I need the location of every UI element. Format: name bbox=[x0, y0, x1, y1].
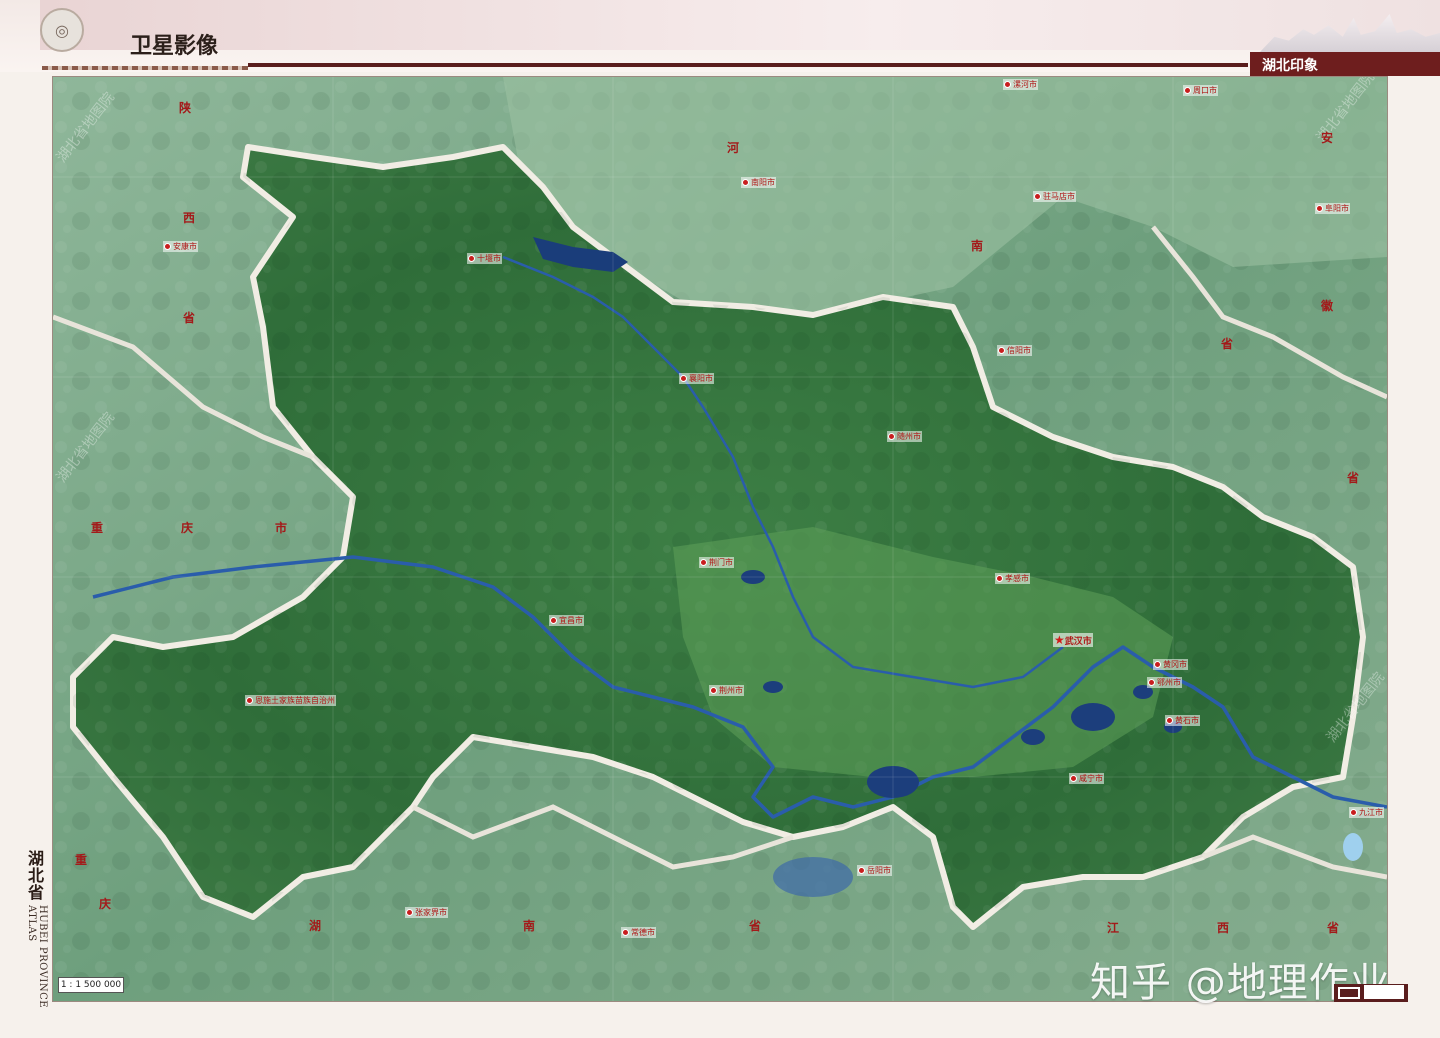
region-label: 安 bbox=[1321, 131, 1334, 145]
region-label: 重 bbox=[91, 521, 104, 535]
capital-name: 武汉市 bbox=[1064, 637, 1092, 647]
region-label: 省 bbox=[183, 311, 196, 325]
region-label: 河 bbox=[727, 141, 740, 155]
fret-ornament-icon bbox=[1338, 987, 1360, 999]
city-label[interactable]: 驻马店市 bbox=[1033, 191, 1076, 202]
capital-star-icon: ★ bbox=[1054, 633, 1065, 647]
section-label: 湖北印象 bbox=[1262, 58, 1318, 74]
map-canvas bbox=[53, 77, 1387, 1001]
city-label[interactable]: 周口市 bbox=[1183, 85, 1218, 96]
header-ornament bbox=[42, 66, 248, 70]
satellite-map[interactable]: 湖北省地图院 湖北省地图院 湖北省地图院 湖北省地图院 陕 西 省 河 南 省 … bbox=[52, 76, 1388, 1002]
page-header: ◎ 卫星影像 湖北印象 bbox=[0, 0, 1440, 76]
region-label: 市 bbox=[275, 521, 288, 535]
city-label[interactable]: 安康市 bbox=[163, 241, 198, 252]
city-label[interactable]: 张家界市 bbox=[405, 907, 448, 918]
city-label[interactable]: 咸宁市 bbox=[1069, 773, 1104, 784]
region-label: 省 bbox=[1221, 337, 1234, 351]
city-label[interactable]: 恩施土家族苗族自治州 bbox=[245, 695, 336, 706]
city-label[interactable]: 信阳市 bbox=[997, 345, 1032, 356]
region-label: 湖 bbox=[309, 919, 322, 933]
page-number-box bbox=[1334, 984, 1408, 1002]
header-rule bbox=[248, 63, 1248, 67]
region-label: 江 bbox=[1107, 921, 1120, 935]
city-label[interactable]: 黄冈市 bbox=[1153, 659, 1188, 670]
region-label: 西 bbox=[1217, 921, 1230, 935]
region-label: 庆 bbox=[99, 897, 112, 911]
region-label: 省 bbox=[1347, 471, 1360, 485]
page-title: 卫星影像 bbox=[130, 33, 219, 59]
city-label[interactable]: 鄂州市 bbox=[1147, 677, 1182, 688]
region-label: 徽 bbox=[1321, 299, 1334, 313]
map-scale: 1 : 1 500 000 bbox=[58, 977, 124, 993]
atlas-emblem-icon: ◎ bbox=[40, 8, 84, 52]
city-label[interactable]: 漯河市 bbox=[1003, 79, 1038, 90]
dongting-lake bbox=[773, 857, 853, 897]
city-label[interactable]: 常德市 bbox=[621, 927, 656, 938]
lianghu-lake bbox=[1071, 703, 1115, 731]
city-label[interactable]: 九江市 bbox=[1349, 807, 1384, 818]
city-label[interactable]: 阜阳市 bbox=[1315, 203, 1350, 214]
spine-title: 湖北省 bbox=[25, 850, 44, 901]
city-label[interactable]: 孝感市 bbox=[995, 573, 1030, 584]
region-label: 省 bbox=[749, 919, 762, 933]
city-label[interactable]: 荆门市 bbox=[699, 557, 734, 568]
region-label: 庆 bbox=[181, 521, 194, 535]
region-label: 南 bbox=[523, 919, 536, 933]
city-label[interactable]: 十堰市 bbox=[467, 253, 502, 264]
city-label[interactable]: 随州市 bbox=[887, 431, 922, 442]
city-label[interactable]: 宜昌市 bbox=[549, 615, 584, 626]
city-label[interactable]: 黄石市 bbox=[1165, 715, 1200, 726]
city-label[interactable]: 岳阳市 bbox=[857, 865, 892, 876]
header-band bbox=[40, 0, 1440, 50]
city-label[interactable]: 襄阳市 bbox=[679, 373, 714, 384]
capital-label[interactable]: ★武汉市 bbox=[1053, 633, 1093, 647]
region-label: 陕 bbox=[179, 101, 192, 115]
region-label: 西 bbox=[183, 211, 196, 225]
spine-subtitle: HUBEI PROVINCE ATLAS bbox=[26, 905, 48, 1009]
section-banner: 湖北印象 bbox=[1250, 52, 1440, 76]
city-label[interactable]: 荆州市 bbox=[709, 685, 744, 696]
region-label: 重 bbox=[75, 853, 88, 867]
page-number bbox=[1364, 985, 1404, 999]
region-label: 省 bbox=[1327, 921, 1340, 935]
city-label[interactable]: 南阳市 bbox=[741, 177, 776, 188]
region-label: 南 bbox=[971, 239, 984, 253]
poyang-lake bbox=[1343, 833, 1363, 861]
